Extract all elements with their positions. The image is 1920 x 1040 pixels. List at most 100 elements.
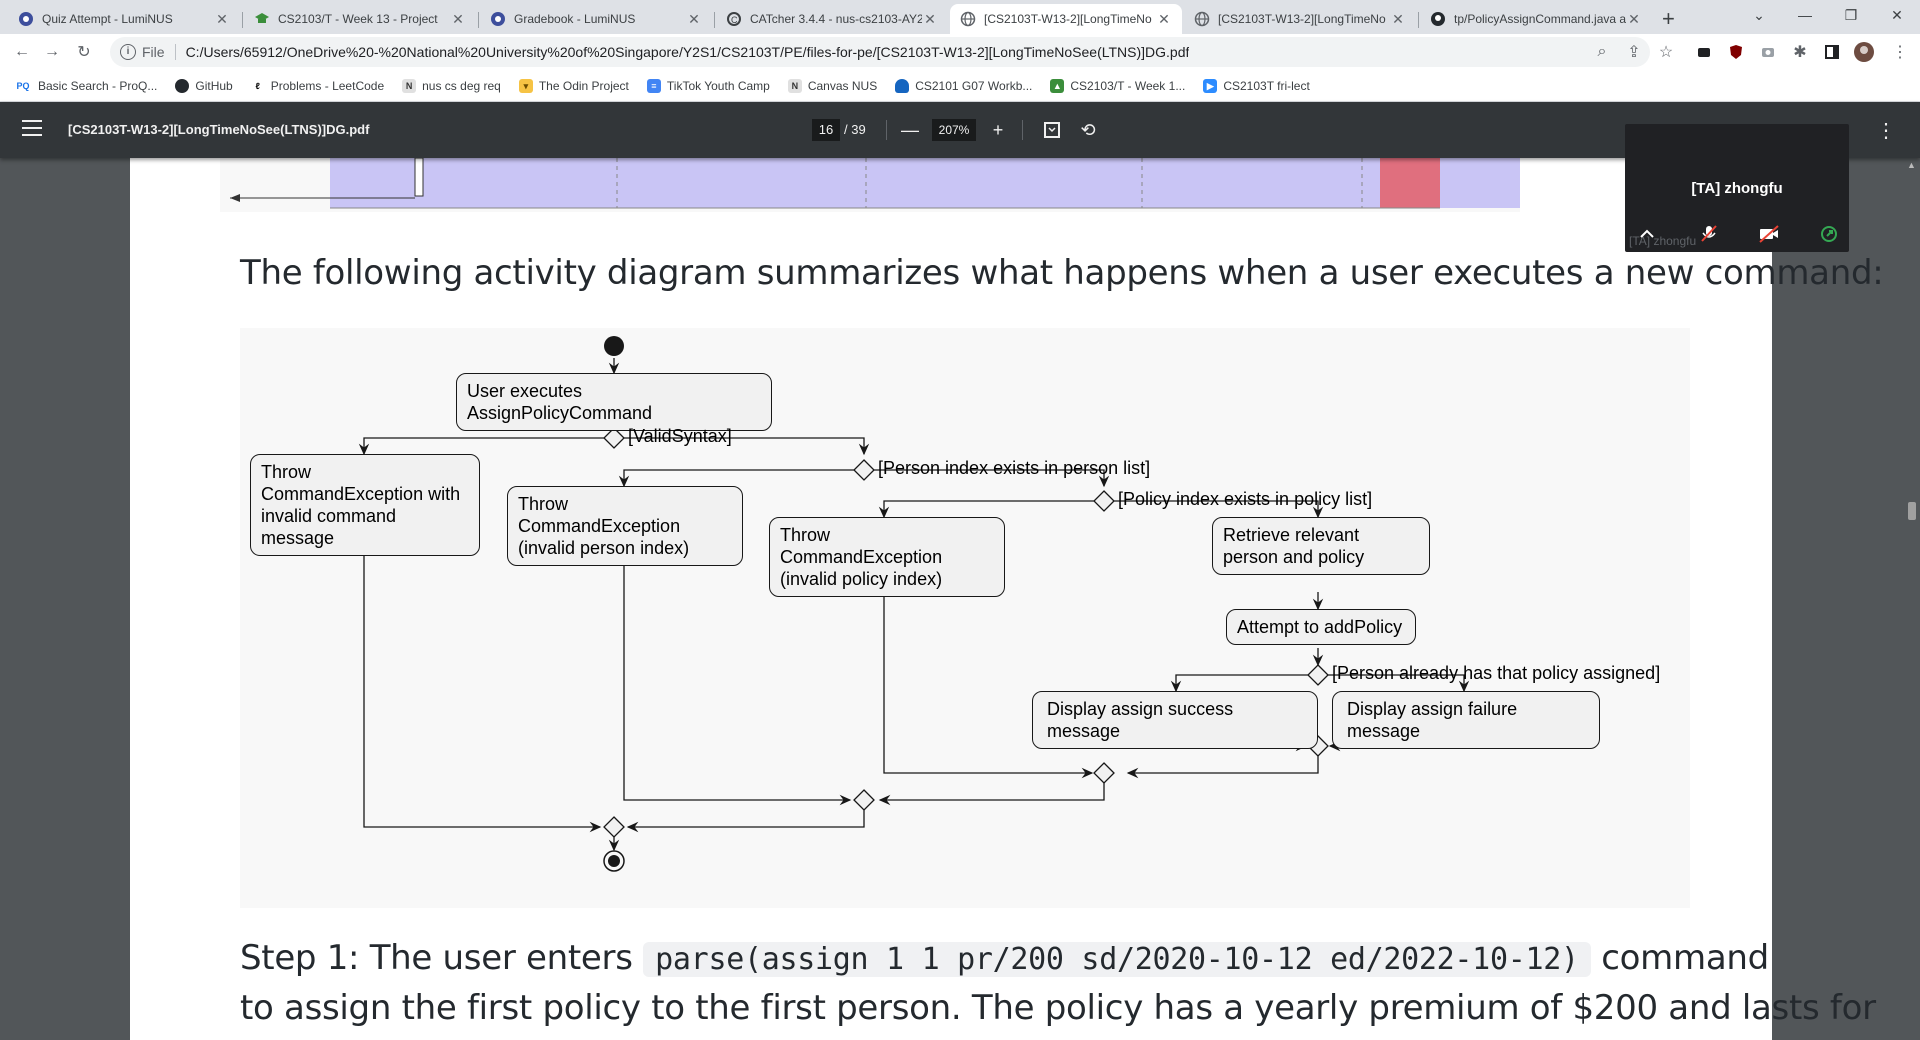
vertical-scrollbar[interactable]: ▲ [1904, 158, 1920, 1040]
bookmark-label: Canvas NUS [807, 78, 878, 93]
tab-title: CATcher 3.4.4 - nus-cs2103-AY2 [750, 12, 922, 26]
bookmark-cs2103-week[interactable]: ▲ CS2103/T - Week 1... [1050, 78, 1186, 93]
scrollbar-thumb[interactable] [1908, 502, 1916, 520]
guard-person-exists: [Person index exists in person list] [878, 458, 1151, 478]
graduation-cap-icon: ▲ [1050, 78, 1065, 93]
forward-button[interactable]: → [38, 38, 66, 66]
reload-button[interactable]: ↻ [70, 38, 98, 66]
restore-button[interactable]: ❐ [1828, 0, 1874, 30]
share-screen-icon[interactable] [1815, 220, 1843, 248]
zoom-out-button[interactable]: — [898, 118, 922, 142]
zoom-in-button[interactable]: + [986, 118, 1010, 142]
extension-icon[interactable] [1690, 38, 1718, 66]
minimize-button[interactable]: — [1782, 0, 1828, 30]
tab-strip: Quiz Attempt - LumiNUS ✕ CS2103/T - Week… [0, 0, 1920, 34]
page-number-input[interactable]: 16 [812, 119, 840, 141]
camera-off-icon[interactable] [1755, 220, 1783, 248]
tab-gradebook[interactable]: Gradebook - LumiNUS ✕ [480, 4, 712, 34]
back-button[interactable]: ← [8, 38, 36, 66]
camera-extension-icon[interactable] [1754, 38, 1782, 66]
tab-title: CS2103/T - Week 13 - Project [278, 12, 438, 26]
node-invalid-person: Throw CommandException (invalid person i… [507, 486, 743, 566]
close-tab-icon[interactable]: ✕ [1390, 11, 1406, 28]
bookmark-odin[interactable]: ▾ The Odin Project [518, 78, 629, 93]
step1-prefix: Step 1: The user enters [240, 938, 633, 978]
expand-chevron-icon[interactable] [1633, 220, 1661, 248]
previous-diagram-fragment [220, 158, 1520, 212]
ublock-icon[interactable] [1722, 38, 1750, 66]
bookmark-github[interactable]: GitHub [175, 78, 233, 93]
close-window-button[interactable]: ✕ [1874, 0, 1920, 30]
bookmark-label: Problems - LeetCode [270, 78, 385, 93]
zoom-icon: ▶ [1203, 78, 1218, 93]
close-tab-icon[interactable]: ✕ [214, 11, 230, 28]
node-start-action: User executes AssignPolicyCommand [456, 373, 772, 431]
bookmark-star-icon[interactable]: ☆ [1652, 38, 1680, 66]
tab-week13-project[interactable]: CS2103/T - Week 13 - Project ✕ [244, 4, 476, 34]
zoom-icon[interactable]: ⌕ [1588, 38, 1616, 66]
bookmark-label: CS2103/T - Week 1... [1070, 78, 1186, 93]
step1-code: parse(assign 1 1 pr/200 sd/2020-10-12 ed… [643, 942, 1591, 977]
close-tab-icon[interactable]: ✕ [1626, 11, 1642, 28]
github-icon [1430, 11, 1446, 27]
step1-line2: to assign the first policy to the first … [240, 988, 1876, 1028]
bookmark-leetcode[interactable]: ℓ Problems - LeetCode [250, 78, 385, 93]
address-bar[interactable]: i File C:/Users/65912/OneDrive%20-%20Nat… [110, 37, 1650, 67]
step1-line1: Step 1: The user enters parse(assign 1 1… [240, 938, 1769, 978]
guard-already-assigned: [Person already has that policy assigned… [1332, 663, 1661, 683]
close-tab-icon[interactable]: ✕ [922, 11, 938, 28]
bookmark-label: TikTok Youth Camp [666, 78, 770, 93]
menu-icon[interactable] [22, 120, 42, 141]
tab-github-source[interactable]: tp/PolicyAssignCommand.java a ✕ [1420, 4, 1652, 34]
nus-icon: N [402, 78, 417, 93]
graduation-cap-icon [254, 11, 270, 27]
step1-suffix: command [1601, 938, 1769, 978]
close-tab-icon[interactable]: ✕ [686, 11, 702, 28]
bookmark-cs2101[interactable]: CS2101 G07 Workb... [895, 78, 1033, 93]
share-icon[interactable]: ⇪ [1620, 38, 1648, 66]
odin-icon: ▾ [518, 78, 533, 93]
tab-dg-pdf-active[interactable]: [CS2103T-W13-2][LongTimeNo ✕ [950, 4, 1182, 34]
guard-valid-syntax: [ValidSyntax] [628, 426, 732, 446]
chrome-menu-icon[interactable]: ⋮ [1886, 38, 1914, 66]
url-text[interactable]: C:/Users/65912/OneDrive%20-%20National%2… [186, 44, 1190, 60]
tab-search-icon[interactable]: ⌄ [1736, 0, 1782, 30]
guard-policy-exists: [Policy index exists in policy list] [1118, 489, 1373, 509]
close-tab-icon[interactable]: ✕ [1156, 11, 1172, 28]
bookmark-nus-cs-deg[interactable]: Nnus cs deg req [402, 78, 501, 93]
zoom-level-input[interactable]: 207% [932, 119, 976, 141]
tab-title: Quiz Attempt - LumiNUS [42, 12, 173, 26]
new-tab-button[interactable]: + [1662, 6, 1675, 32]
github-icon [175, 78, 190, 93]
more-actions-icon[interactable]: ⋮ [1874, 118, 1898, 142]
globe-icon [1194, 11, 1210, 27]
mic-muted-icon[interactable] [1695, 220, 1723, 248]
tab-dg-pdf-2[interactable]: [CS2103T-W13-2][LongTimeNo ✕ [1184, 4, 1416, 34]
bookmark-tiktok-camp[interactable]: ≡ TikTok Youth Camp [646, 78, 770, 93]
nus-icon: N [787, 78, 802, 93]
bookmark-proquest[interactable]: PQ Basic Search - ProQ... [14, 78, 157, 93]
node-invalid-policy: Throw CommandException (invalid policy i… [769, 517, 1005, 597]
info-icon[interactable]: i [120, 44, 136, 60]
intro-paragraph: The following activity diagram summarize… [240, 253, 1884, 293]
participant-name: [TA] zhongfu [1691, 180, 1783, 197]
rotate-icon[interactable]: ⟲ [1076, 118, 1100, 142]
pdf-file-title: [CS2103T-W13-2][LongTimeNoSee(LTNS)]DG.p… [68, 122, 370, 137]
node-attempt: Attempt to addPolicy [1226, 609, 1416, 645]
luminus-icon [490, 11, 506, 27]
puzzle-extensions-icon[interactable]: ✱ [1786, 38, 1814, 66]
catcher-icon: C [726, 11, 742, 27]
pq-icon: PQ [14, 78, 32, 93]
browser-toolbar: ← → ↻ i File C:/Users/65912/OneDrive%20-… [0, 34, 1920, 70]
side-panel-icon[interactable] [1818, 38, 1846, 66]
bookmark-fri-lect[interactable]: ▶ CS2103T fri-lect [1203, 78, 1310, 93]
video-call-overlay[interactable]: [TA] zhongfu [TA] zhongfu [1625, 124, 1849, 252]
fit-page-icon[interactable] [1040, 118, 1064, 142]
scroll-up-arrow[interactable]: ▲ [1907, 160, 1916, 170]
bookmark-canvas[interactable]: N Canvas NUS [787, 78, 878, 93]
tab-quiz-attempt[interactable]: Quiz Attempt - LumiNUS ✕ [8, 4, 240, 34]
profile-avatar[interactable] [1850, 38, 1878, 66]
tab-catcher[interactable]: C CATcher 3.4.4 - nus-cs2103-AY2 ✕ [716, 4, 948, 34]
bookmark-label: CS2101 G07 Workb... [915, 78, 1033, 93]
close-tab-icon[interactable]: ✕ [450, 11, 466, 28]
